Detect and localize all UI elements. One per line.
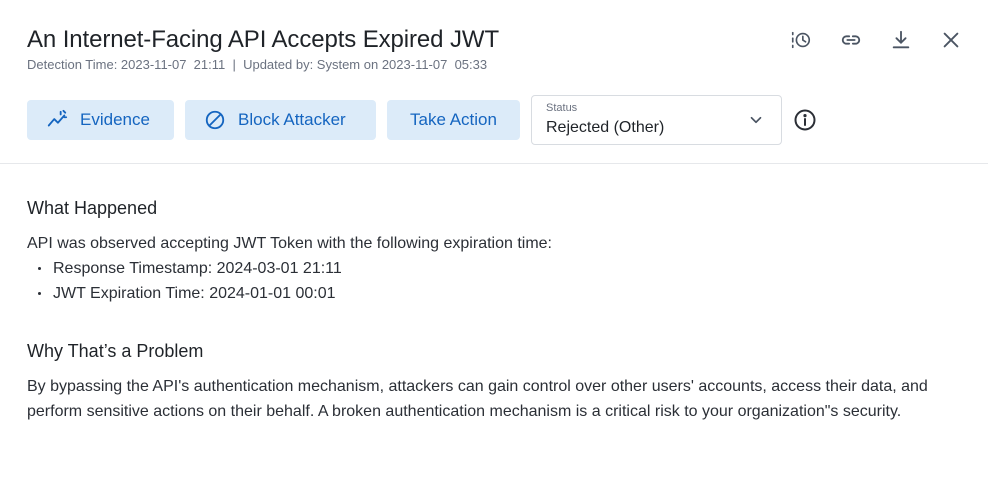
header-actions [786,26,966,54]
block-attacker-button[interactable]: Block Attacker [185,100,376,140]
block-icon [205,110,225,130]
what-happened-section: What Happened API was observed accepting… [27,198,552,306]
page-title: An Internet-Facing API Accepts Expired J… [27,26,500,53]
action-toolbar: Evidence Block Attacker Take Action Stat… [27,95,817,145]
evidence-icon [47,109,68,127]
info-icon[interactable] [793,108,817,132]
status-value: Rejected (Other) [546,119,665,136]
history-icon[interactable] [786,26,816,54]
take-action-button[interactable]: Take Action [387,100,520,140]
evidence-label: Evidence [80,110,150,129]
what-happened-list: Response Timestamp: 2024-03-01 21:11 JWT… [27,256,552,306]
why-problem-section: Why That’s a Problem By bypassing the AP… [27,341,967,424]
evidence-button[interactable]: Evidence [27,100,174,140]
why-problem-heading: Why That’s a Problem [27,341,204,361]
close-icon[interactable] [936,26,966,54]
detection-meta: Detection Time: 2023-11-07 21:11 | Updat… [27,57,488,72]
download-icon[interactable] [886,26,916,54]
list-item: Response Timestamp: 2024-03-01 21:11 [27,256,552,281]
status-label: Status [546,102,578,114]
link-icon[interactable] [836,26,866,54]
detail-panel: An Internet-Facing API Accepts Expired J… [0,0,988,480]
status-dropdown[interactable]: Status Rejected (Other) [531,95,782,145]
why-problem-body: By bypassing the API's authentication me… [27,378,928,420]
panel-header: An Internet-Facing API Accepts Expired J… [0,0,988,164]
what-happened-intro: API was observed accepting JWT Token wit… [27,235,552,252]
chevron-down-icon [750,116,762,124]
list-item: JWT Expiration Time: 2024-01-01 00:01 [27,281,552,306]
block-attacker-label: Block Attacker [238,110,346,129]
take-action-label: Take Action [410,110,497,129]
what-happened-heading: What Happened [27,198,158,218]
